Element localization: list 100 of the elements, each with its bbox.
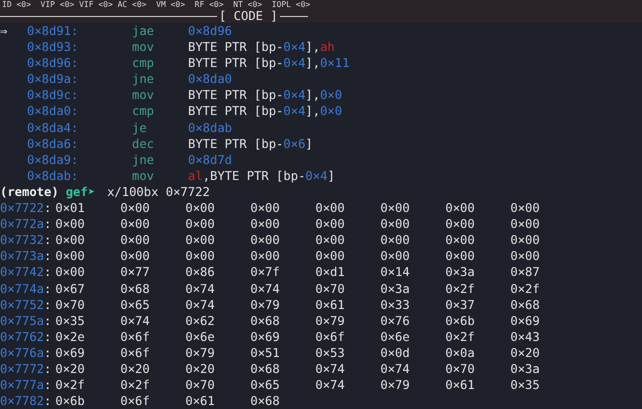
- instruction-address: 0×8da6:: [27, 136, 80, 152]
- memory-byte: 0×00: [315, 232, 346, 248]
- memory-byte: 0×37: [445, 296, 476, 313]
- current-instruction-marker: ⇒: [0, 23, 8, 40]
- memory-byte: 0×79: [250, 296, 281, 313]
- memory-byte: 0×00: [185, 200, 216, 216]
- memory-byte: 0×65: [250, 377, 281, 394]
- address-colon: :: [44, 344, 52, 361]
- memory-byte: 0×68: [120, 280, 151, 297]
- instruction-mnemonic: jne: [132, 71, 156, 88]
- memory-byte: 0×2e: [55, 328, 86, 345]
- address-colon: :: [44, 328, 52, 345]
- memory-address: 0×777a: [0, 377, 44, 394]
- memory-byte: 0×3a: [510, 360, 541, 378]
- instruction-mnemonic: mov: [132, 168, 156, 184]
- memory-byte: 0×70: [55, 296, 86, 313]
- memory-byte: 0×00: [510, 216, 541, 232]
- memory-byte: 0×d1: [315, 264, 346, 280]
- command-text: x/100bx 0×7722: [107, 184, 210, 200]
- memory-byte: 0×00: [315, 200, 346, 216]
- memory-byte: 0×79: [380, 377, 411, 394]
- memory-byte: 0×68: [510, 296, 541, 313]
- memory-byte: 0×6f: [120, 344, 151, 361]
- address-colon: :: [44, 360, 52, 378]
- instruction-operands: 0×8dab: [188, 120, 232, 136]
- memory-byte: 0×20: [510, 344, 541, 361]
- memory-byte: 0×79: [185, 344, 216, 361]
- memory-byte: 0×65: [120, 296, 151, 313]
- address-colon: :: [44, 264, 52, 280]
- address-colon: :: [44, 296, 52, 313]
- prompt-name: gef➤: [66, 184, 96, 200]
- memory-byte: 0×6f: [315, 328, 346, 345]
- instruction-mnemonic: mov: [132, 87, 156, 104]
- memory-byte: 0×62: [185, 312, 216, 329]
- memory-byte: 0×70: [185, 377, 216, 394]
- memory-byte: 0×00: [55, 248, 86, 264]
- memory-byte: 0×33: [380, 296, 411, 313]
- instruction-address: 0×8da0:: [27, 103, 80, 120]
- instruction-operands: BYTE PTR [bp-0×4],ah: [188, 39, 335, 56]
- instruction-address: 0×8d96:: [27, 55, 80, 72]
- memory-byte: 0×2f: [120, 377, 151, 394]
- memory-byte: 0×35: [510, 377, 541, 394]
- instruction-operands: 0×8d96: [188, 23, 232, 40]
- memory-byte: 0×20: [55, 360, 86, 378]
- instruction-mnemonic: mov: [132, 39, 156, 56]
- memory-byte: 0×00: [120, 216, 151, 232]
- memory-address: 0×772a: [0, 216, 44, 232]
- memory-address: 0×7772: [0, 360, 44, 378]
- memory-byte: 0×61: [315, 296, 346, 313]
- memory-address: 0×7732: [0, 232, 44, 248]
- memory-byte: 0×67: [55, 280, 86, 297]
- instruction-address: 0×8d93:: [27, 39, 80, 56]
- memory-byte: 0×74: [185, 296, 216, 313]
- memory-byte: 0×00: [250, 200, 281, 216]
- memory-byte: 0×0d: [380, 344, 411, 361]
- memory-address: 0×7762: [0, 328, 44, 345]
- memory-byte: 0×00: [120, 200, 151, 216]
- memory-byte: 0×87: [510, 264, 541, 280]
- instruction-mnemonic: dec: [132, 136, 156, 152]
- memory-byte: 0×00: [445, 248, 476, 264]
- memory-byte: 0×00: [445, 200, 476, 216]
- memory-byte: 0×01: [55, 200, 86, 216]
- address-colon: :: [44, 377, 52, 394]
- memory-byte: 0×00: [315, 248, 346, 264]
- memory-byte: 0×68: [250, 393, 281, 409]
- instruction-address: 0×8d9c:: [27, 87, 80, 104]
- memory-byte: 0×20: [185, 360, 216, 378]
- memory-byte: 0×69: [55, 344, 86, 361]
- address-colon: :: [44, 216, 52, 232]
- memory-byte: 0×0a: [445, 344, 476, 361]
- memory-byte: 0×70: [445, 360, 476, 378]
- instruction-mnemonic: cmp: [132, 103, 156, 120]
- memory-byte: 0×2f: [445, 280, 476, 297]
- memory-byte: 0×3a: [380, 280, 411, 297]
- memory-address: 0×7722: [0, 200, 44, 216]
- memory-address: 0×7742: [0, 264, 44, 280]
- instruction-operands: BYTE PTR [bp-0×4],0×0: [188, 87, 342, 104]
- memory-byte: 0×00: [510, 232, 541, 248]
- memory-byte: 0×00: [380, 216, 411, 232]
- memory-byte: 0×6f: [120, 328, 151, 345]
- memory-byte: 0×2f: [55, 377, 86, 394]
- address-colon: :: [44, 232, 52, 248]
- memory-byte: 0×00: [445, 216, 476, 232]
- memory-byte: 0×00: [185, 232, 216, 248]
- instruction-address: 0×8dab:: [27, 168, 80, 184]
- memory-byte: 0×68: [250, 360, 281, 378]
- memory-byte: 0×00: [510, 200, 541, 216]
- memory-byte: 0×6f: [120, 393, 151, 409]
- memory-byte: 0×74: [315, 377, 346, 394]
- instruction-address: 0×8da9:: [27, 152, 80, 168]
- memory-byte: 0×69: [250, 328, 281, 345]
- memory-byte: 0×00: [315, 216, 346, 232]
- memory-address: 0×776a: [0, 344, 44, 361]
- memory-byte: 0×00: [380, 248, 411, 264]
- memory-byte: 0×00: [250, 216, 281, 232]
- memory-byte: 0×6b: [55, 393, 86, 409]
- memory-byte: 0×00: [55, 216, 86, 232]
- memory-byte: 0×74: [185, 280, 216, 297]
- memory-byte: 0×00: [120, 248, 151, 264]
- memory-byte: 0×14: [380, 264, 411, 280]
